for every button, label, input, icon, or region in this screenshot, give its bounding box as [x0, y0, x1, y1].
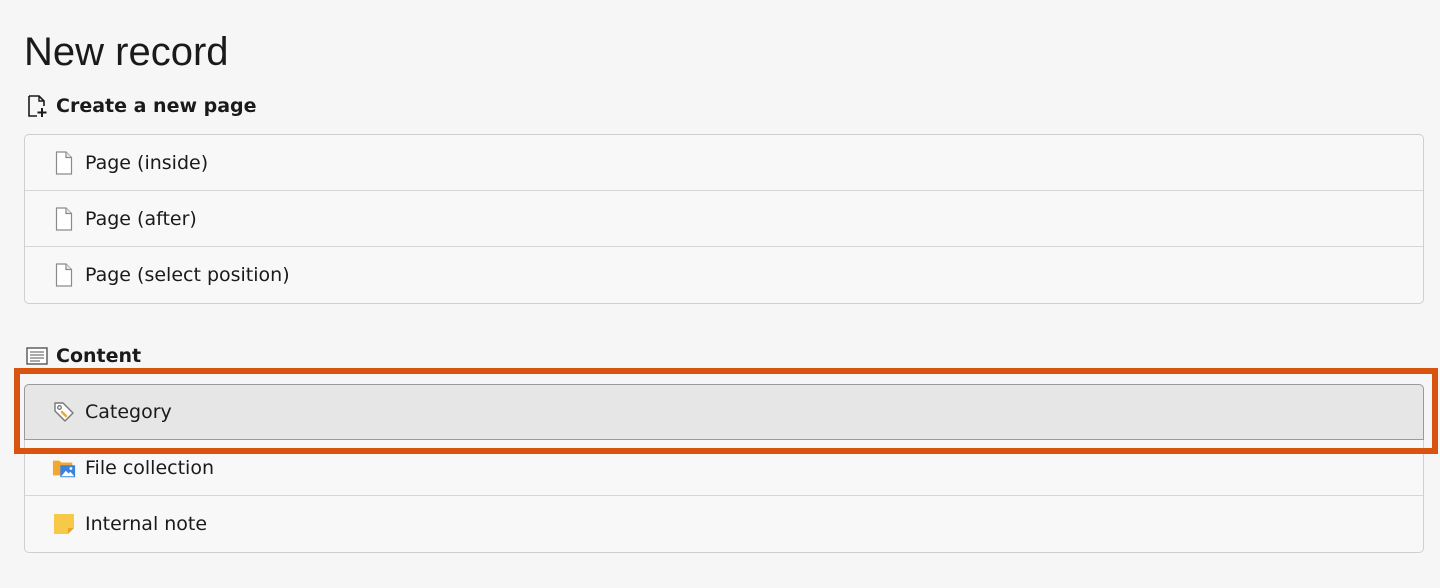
list-item-page-select-position[interactable]: Page (select position) [25, 247, 1423, 303]
note-icon [52, 512, 76, 536]
list-item-label: Internal note [85, 513, 208, 535]
section-heading-label: Create a new page [56, 95, 257, 117]
file-collection-icon [52, 456, 76, 480]
list-item-file-collection[interactable]: File collection [25, 440, 1423, 496]
content-icon [26, 344, 48, 368]
new-record-page: New record Create a new page Page (insid… [0, 0, 1440, 588]
new-page-icon [26, 94, 48, 118]
tag-icon [52, 400, 76, 424]
list-item-label: File collection [85, 456, 214, 479]
list-item-internal-note[interactable]: Internal note [25, 496, 1423, 552]
content-list: Category File collection Internal note [24, 384, 1424, 553]
list-item-label: Page (after) [85, 207, 197, 230]
list-item-category[interactable]: Category [24, 384, 1424, 440]
page-icon [52, 263, 76, 287]
list-item-label: Category [85, 401, 172, 423]
list-item-page-inside[interactable]: Page (inside) [25, 135, 1423, 191]
list-item-page-after[interactable]: Page (after) [25, 191, 1423, 247]
create-page-list: Page (inside) Page (after) Page (select … [24, 134, 1424, 304]
page-icon [52, 206, 76, 231]
page-icon [52, 150, 76, 175]
section-heading-label: Content [56, 345, 142, 367]
list-item-label: Page (inside) [85, 151, 209, 174]
page-title: New record [24, 30, 229, 74]
section-heading-content: Content [26, 342, 141, 370]
section-heading-create-page: Create a new page [26, 92, 257, 120]
list-item-label: Page (select position) [85, 264, 290, 286]
